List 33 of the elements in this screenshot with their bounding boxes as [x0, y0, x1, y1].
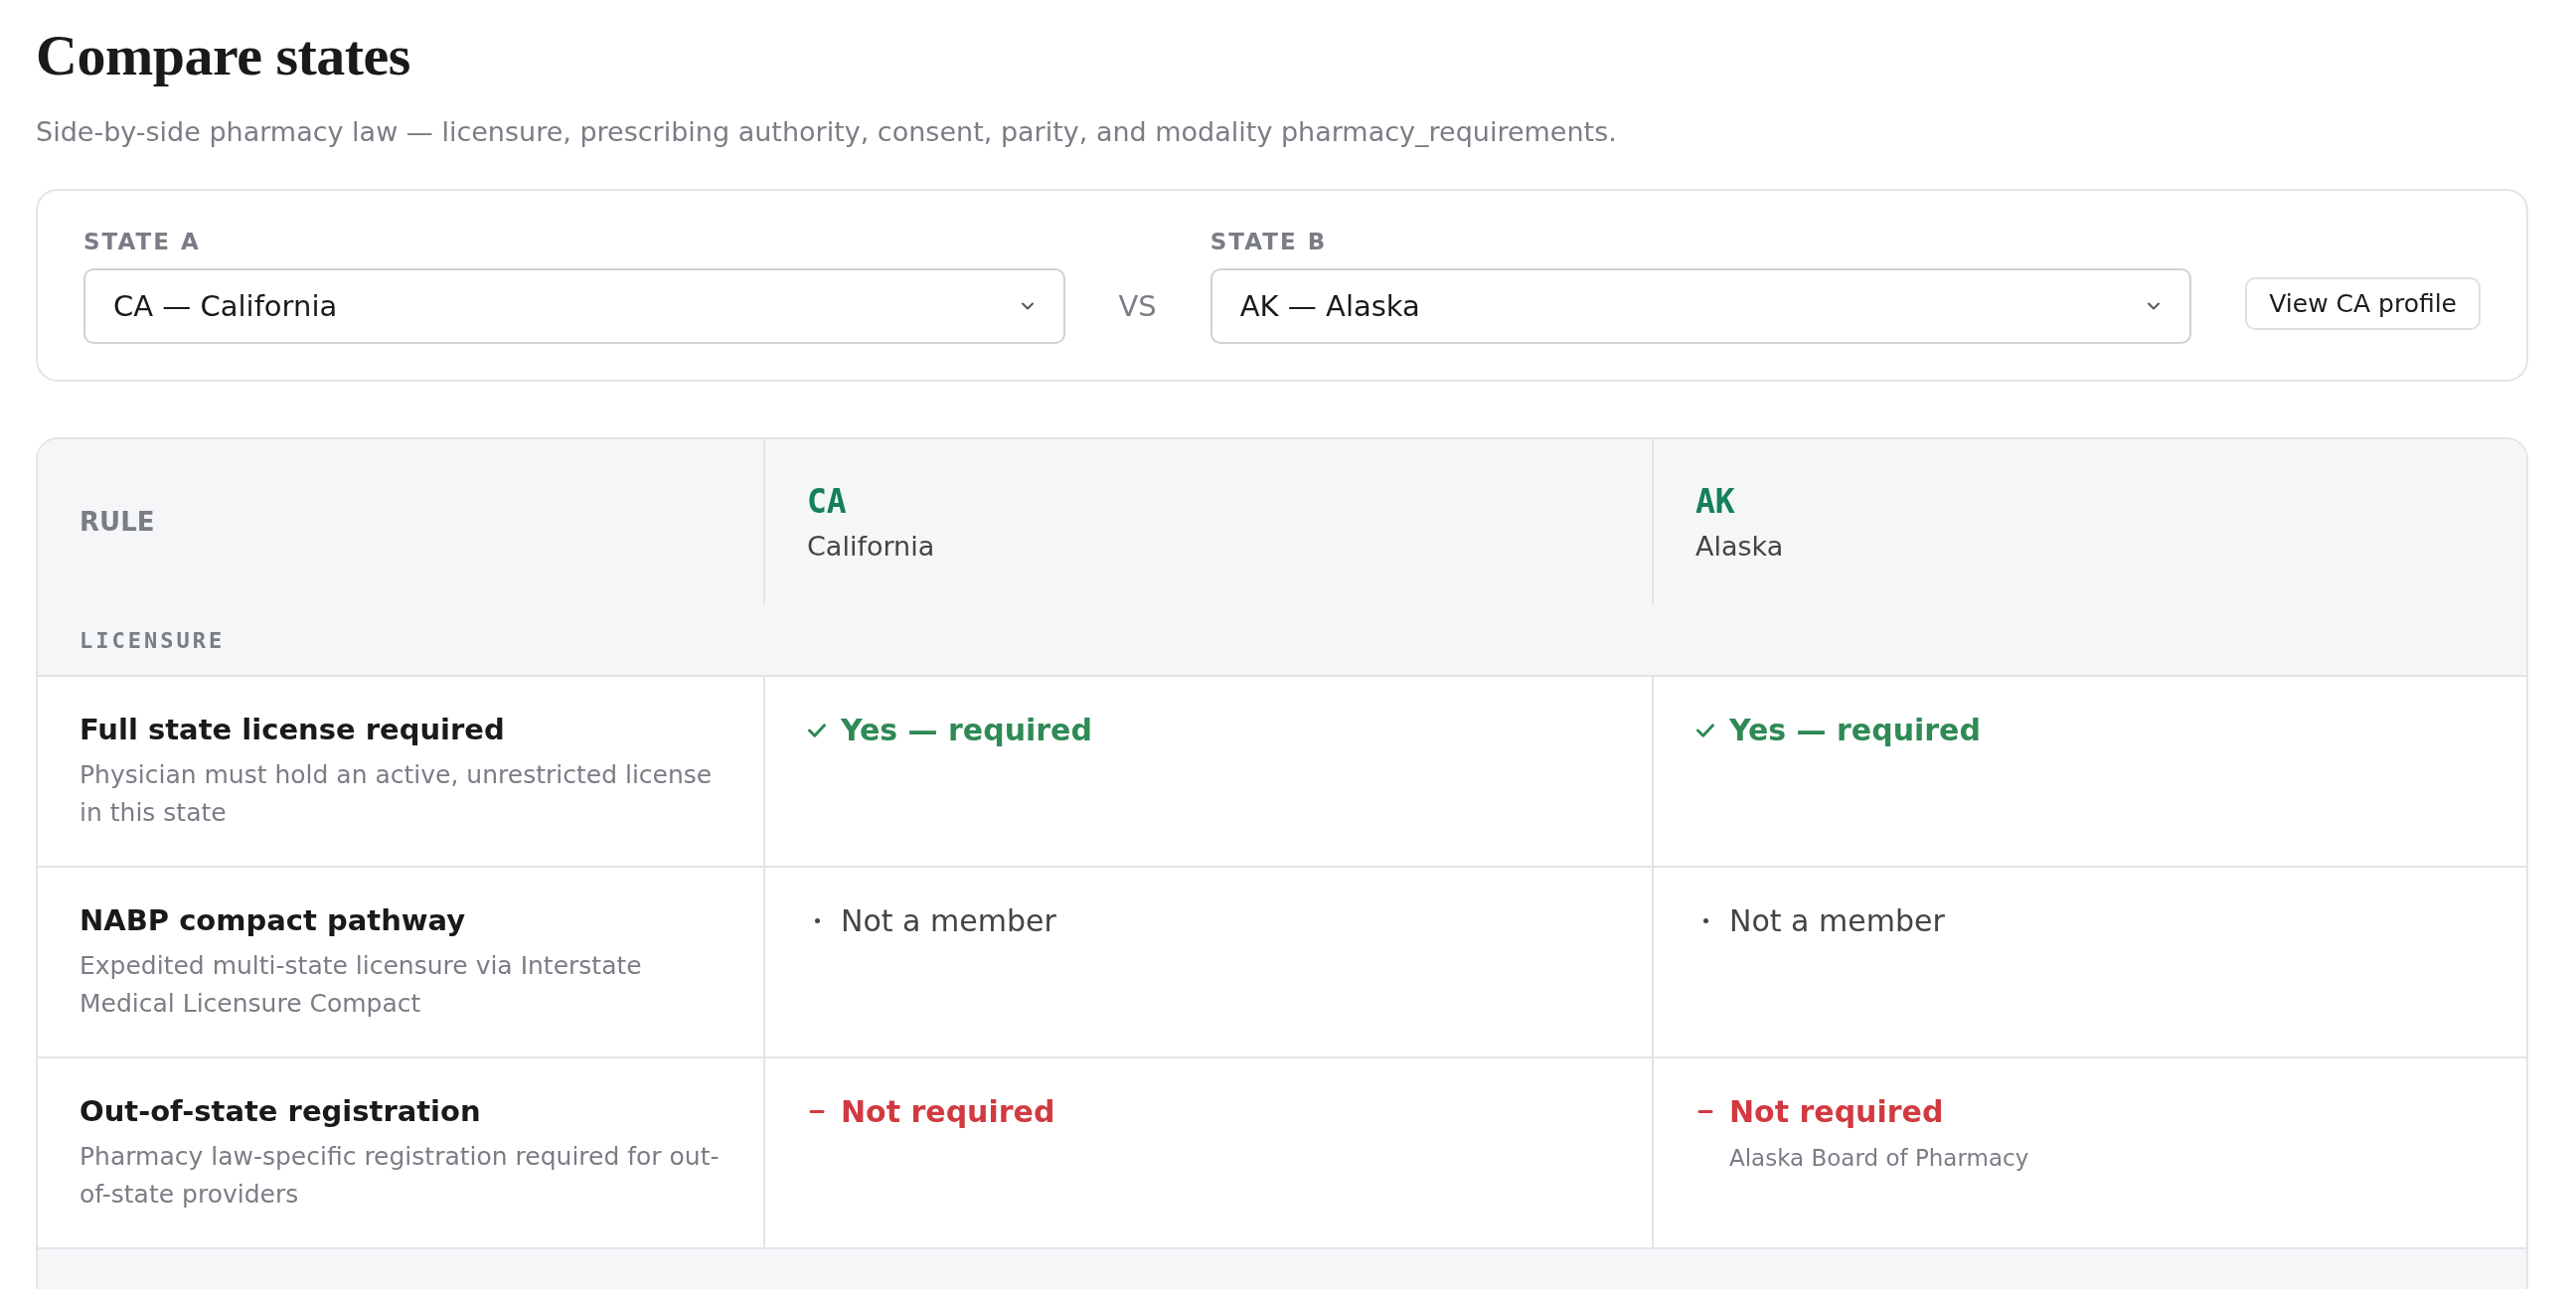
dot-icon	[1702, 918, 1708, 923]
rule-name: Out-of-state registration	[80, 1094, 482, 1128]
check-icon	[1696, 723, 1714, 737]
field-label: STATE A	[83, 229, 202, 254]
state-select[interactable]: AK — Alaska	[1209, 268, 2192, 344]
rule-description: Pharmacy law-specific registration required for out-of-state providers	[80, 1141, 721, 1211]
rule-description: Expedited multi-state licensure via Interstate Medical Licensure Compact	[80, 950, 643, 1020]
rule-name: NABP compact pathway	[80, 903, 467, 937]
status-text: Not a member	[1729, 903, 1945, 938]
dash-icon	[809, 1110, 825, 1113]
check-icon	[808, 723, 826, 737]
page-subtitle: Side-by-side pharmacy law — licensure, prescribing authority, consent, parity, and modality pharmacy_requirements.	[36, 116, 1618, 147]
state-code: AK	[1695, 482, 1736, 521]
status-text: Not required	[1729, 1094, 1944, 1129]
view-profile-button[interactable]: View CA profile	[2245, 277, 2481, 330]
field-label: STATE B	[1209, 229, 1329, 254]
section-heading: LICENSURE	[38, 604, 2526, 677]
dash-icon	[1697, 1110, 1713, 1113]
status-text: Yes — required	[841, 713, 1092, 747]
status-text: Not required	[841, 1094, 1055, 1129]
state-select[interactable]: CA — California	[83, 268, 1065, 344]
column-heading: RULE	[80, 507, 156, 537]
status-text: Yes — required	[1729, 713, 1981, 747]
source-note: Alaska Board of Pharmacy	[1729, 1145, 2030, 1171]
rule-name: Full state license required	[80, 713, 506, 746]
state-name: Alaska	[1695, 531, 1785, 562]
status-text: Not a member	[841, 903, 1056, 938]
state-name: California	[807, 531, 936, 562]
state-code: CA	[807, 482, 848, 521]
vs-label: VS	[1118, 288, 1157, 325]
rule-description: Physician must hold an active, unrestricted license in this state	[80, 759, 714, 829]
page-title: Compare states	[36, 22, 411, 88]
dot-icon	[814, 918, 820, 923]
